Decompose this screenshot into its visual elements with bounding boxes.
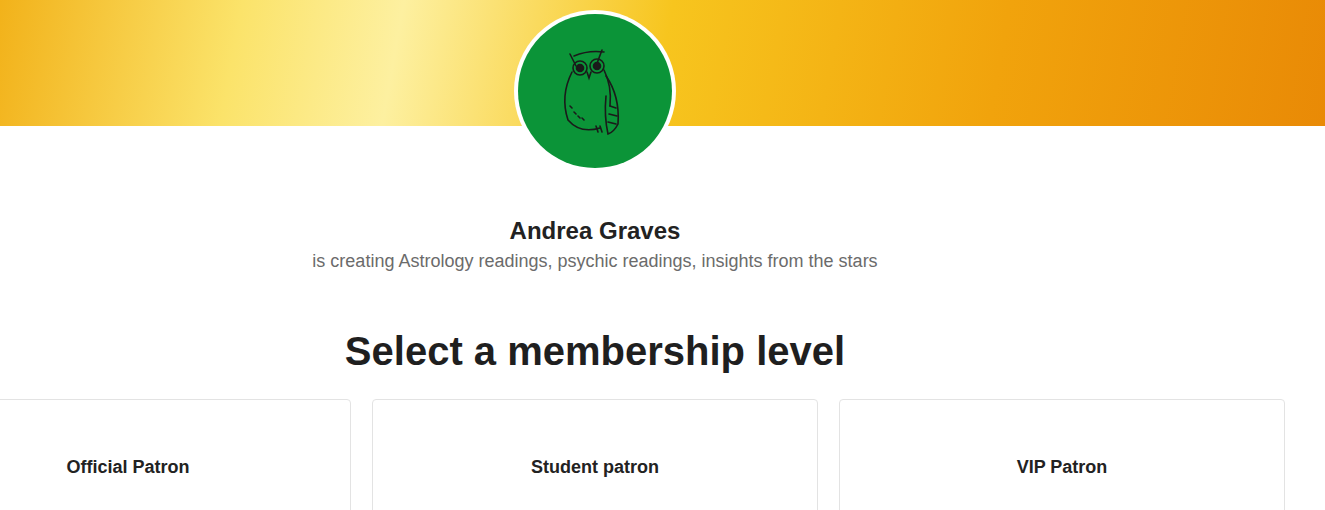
tier-name: Student patron — [531, 454, 659, 510]
creator-tagline: is creating Astrology readings, psychic … — [312, 248, 877, 274]
creator-name: Andrea Graves — [510, 216, 681, 246]
tier-card[interactable]: VIP Patron — [839, 399, 1285, 510]
profile-column: Andrea Gravesis creating Astrology readi… — [0, 126, 1285, 510]
tier-list: Official Patron Student patron VIP Patron — [0, 399, 1285, 510]
creator-avatar[interactable] — [514, 10, 676, 172]
tier-card[interactable]: Student patron — [372, 399, 818, 510]
owl-logo-icon — [540, 36, 650, 146]
tier-name: VIP Patron — [1017, 454, 1108, 510]
tier-card[interactable]: Official Patron — [0, 399, 351, 510]
membership-heading: Select a membership level — [345, 327, 845, 375]
tier-name: Official Patron — [66, 454, 189, 510]
page: Andrea Gravesis creating Astrology readi… — [0, 0, 1325, 510]
